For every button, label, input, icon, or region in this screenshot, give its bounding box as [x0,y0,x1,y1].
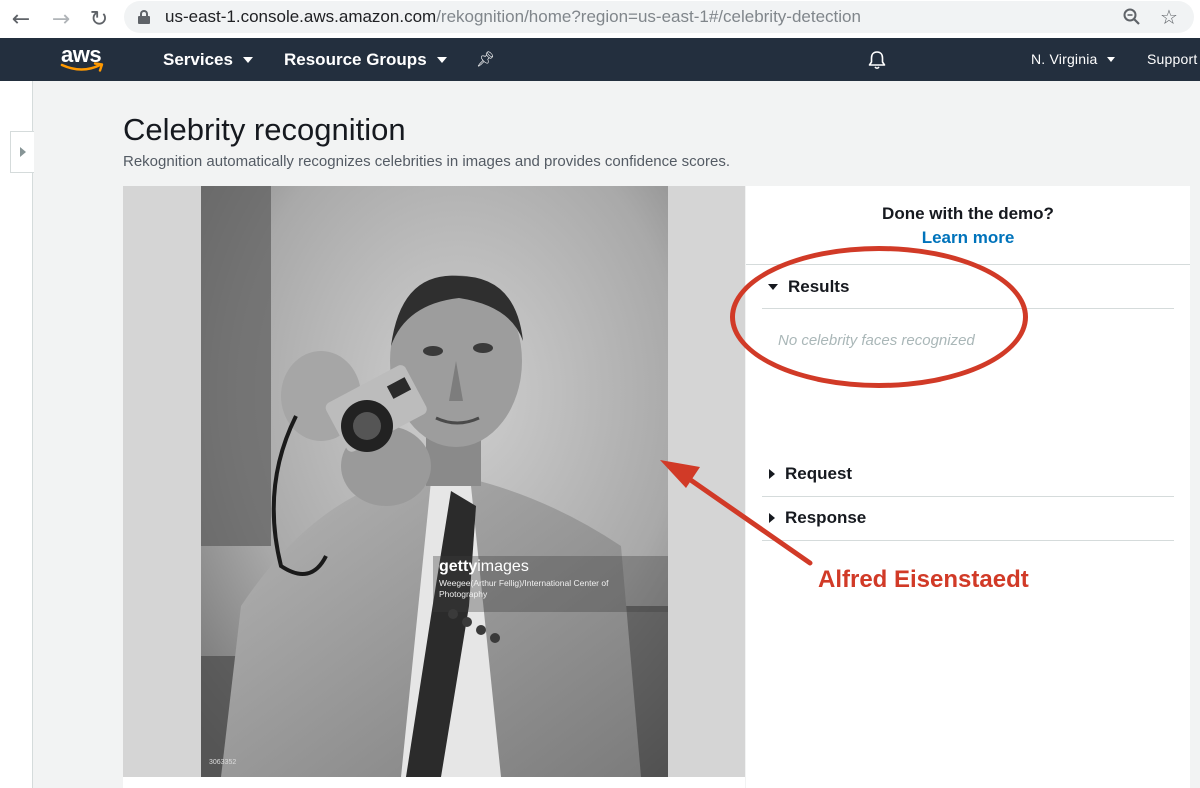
url-text: us-east-1.console.aws.amazon.com/rekogni… [165,7,861,26]
page-title: Celebrity recognition [123,112,406,147]
caret-right-icon [769,513,775,523]
page-subtitle: Rekognition automatically recognizes cel… [123,153,730,170]
getty-watermark: gettyimages Weegee(Arthur Fellig)/Intern… [433,556,668,612]
pin-icon[interactable]: 📌︎ [476,50,495,68]
reload-icon[interactable]: ↻ [84,4,114,34]
support-menu[interactable]: Support [1147,51,1197,67]
results-side-panel: Done with the demo? Learn more Results N… [746,186,1190,788]
region-selector[interactable]: N. Virginia [1031,51,1115,67]
response-section-header[interactable]: Response [762,496,1174,540]
zoom-icon[interactable] [1119,4,1145,30]
divider [762,540,1174,541]
chevron-down-icon [242,57,253,63]
chevron-right-icon [19,147,26,157]
chevron-down-icon [1106,56,1115,62]
address-bar[interactable]: us-east-1.console.aws.amazon.com/rekogni… [124,1,1194,33]
watermark-brand: gettyimages [439,558,529,575]
celebrity-photo: gettyimages Weegee(Arthur Fellig)/Intern… [201,186,668,777]
caret-down-icon [768,284,778,290]
aws-top-nav: aws Services Resource Groups 📌︎ N. Virgi… [0,38,1200,81]
resource-groups-menu[interactable]: Resource Groups [284,50,447,70]
side-navigation-rail [0,81,33,788]
results-section-header[interactable]: Results [762,265,1174,309]
browser-toolbar: ← → ↻ us-east-1.console.aws.amazon.com/r… [0,0,1200,38]
forward-arrow-icon[interactable]: → [46,4,76,34]
bookmark-star-icon[interactable]: ☆ [1156,4,1182,30]
nav-toggle-button[interactable] [10,131,34,173]
learn-more-link[interactable]: Learn more [746,228,1190,248]
annotation-label: Alfred Eisenstaedt [818,566,1029,593]
console-page: Celebrity recognition Rekognition automa… [0,81,1200,788]
divider [762,308,1174,309]
bell-icon[interactable] [866,49,888,71]
aws-logo[interactable]: aws [58,42,108,78]
photo-illustration [201,186,668,777]
watermark-credit: Weegee(Arthur Fellig)/International Cent… [439,578,609,599]
back-arrow-icon[interactable]: ← [6,4,36,34]
image-panel-footer [123,777,745,788]
request-section-header[interactable]: Request [762,452,1174,496]
chevron-down-icon [436,57,447,63]
lock-icon [138,10,150,24]
services-menu[interactable]: Services [163,50,253,70]
demo-question: Done with the demo? [882,204,1054,223]
caret-right-icon [769,469,775,479]
image-preview-panel: gettyimages Weegee(Arthur Fellig)/Intern… [123,186,745,777]
results-empty-message: No celebrity faces recognized [778,332,975,349]
photo-id: 3063352 [209,759,237,766]
